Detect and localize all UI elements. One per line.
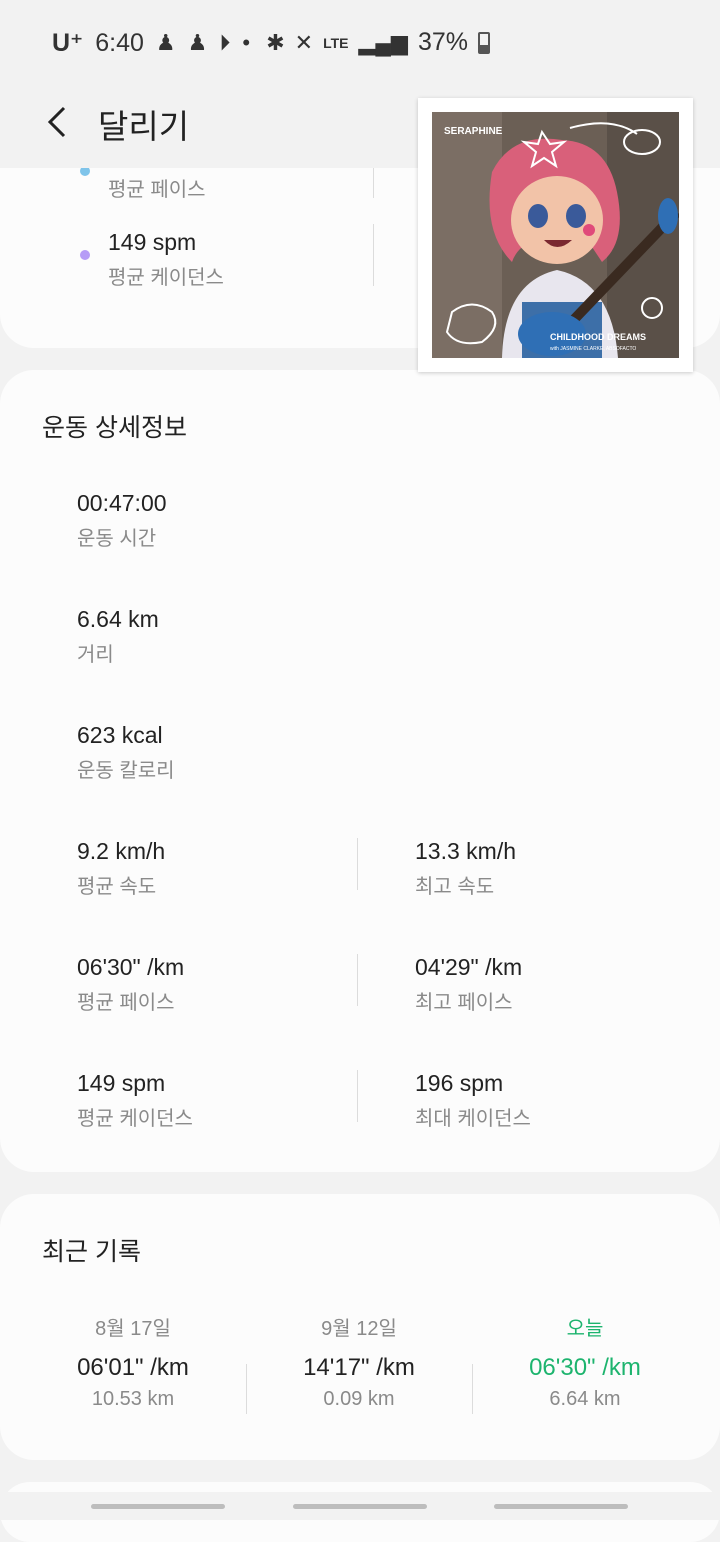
play-icon: ⏵ [219, 30, 231, 55]
detail-label: 최고 속도 [415, 876, 495, 898]
notification-icon: ♟ [187, 30, 208, 55]
recent-record[interactable]: 9월 12일 14'17" /km 0.09 km [246, 1312, 472, 1411]
recent-record-today[interactable]: 오늘 06'30" /km 6.64 km [472, 1312, 698, 1411]
summary-label: 평균 페이스 [108, 179, 206, 201]
clock: 6:40 [95, 28, 144, 57]
album-art: SERAPHINE CHILDHOOD DREAMS with JASMINE … [432, 112, 679, 358]
detail-value: 623 kcal [77, 722, 163, 748]
record-distance: 0.09 km [323, 1388, 395, 1410]
battery-icon [478, 31, 490, 54]
carrier-label: U⁺ [52, 29, 84, 57]
summary-label: 평균 케이던스 [108, 267, 224, 289]
detail-label: 최고 페이스 [415, 992, 513, 1014]
workout-details-card: 운동 상세정보 00:47:00 운동 시간 6.64 km 거리 623 kc… [0, 370, 720, 1172]
nav-back-button[interactable] [494, 1504, 628, 1509]
nav-recent-button[interactable] [91, 1504, 225, 1509]
bluetooth-icon: ✱ [266, 29, 285, 55]
summary-value: 149 spm [108, 229, 197, 255]
section-title: 운동 상세정보 [42, 414, 187, 442]
divider [357, 1070, 358, 1122]
detail-label: 거리 [77, 644, 114, 666]
recent-records-card: 최근 기록 8월 17일 06'01" /km 10.53 km 9월 12일 … [0, 1194, 720, 1460]
recent-record[interactable]: 8월 17일 06'01" /km 10.53 km [20, 1312, 246, 1411]
notification-icon: ♟ [155, 30, 176, 55]
detail-value: 04'29" /km [415, 954, 523, 980]
nav-home-button[interactable] [293, 1504, 427, 1509]
album-credits: with JASMINE CLARKE, ABSOFACTO [550, 346, 636, 352]
record-pace: 14'17" /km [303, 1354, 415, 1381]
divider [373, 164, 374, 198]
record-distance: 10.53 km [91, 1388, 175, 1410]
navigation-bar [0, 1492, 720, 1520]
detail-label: 평균 페이스 [77, 992, 175, 1014]
divider [357, 954, 358, 1006]
record-pace: 06'01" /km [77, 1354, 189, 1381]
page-title: 달리기 [98, 108, 190, 145]
legend-dot-cadence [80, 250, 90, 260]
album-artist: SERAPHINE [444, 126, 503, 137]
detail-value: 149 spm [77, 1070, 166, 1096]
dot-icon: • [242, 30, 251, 55]
divider [357, 838, 358, 890]
detail-label: 평균 속도 [77, 876, 157, 898]
detail-label: 운동 칼로리 [77, 760, 175, 782]
media-popup[interactable]: SERAPHINE CHILDHOOD DREAMS with JASMINE … [418, 98, 693, 372]
detail-value: 13.3 km/h [415, 838, 516, 864]
detail-label: 평균 케이던스 [77, 1108, 193, 1130]
back-arrow-icon[interactable] [40, 102, 80, 142]
record-pace: 06'30" /km [529, 1354, 641, 1381]
detail-value: 6.64 km [77, 606, 159, 632]
detail-label: 최대 케이던스 [415, 1108, 531, 1130]
status-bar: U⁺ 6:40 ♟ ♟ ⏵ • ✱ ✕ LTE ▂▄▆ 37% [0, 0, 720, 84]
detail-value: 06'30" /km [77, 954, 185, 980]
battery-percent: 37% [417, 28, 468, 56]
signal-icon: ▂▄▆ [358, 29, 408, 55]
mute-icon: ✕ [294, 29, 314, 55]
album-title: CHILDHOOD DREAMS [550, 332, 646, 342]
record-date: 8월 17일 [95, 1318, 171, 1340]
section-title: 최근 기록 [42, 1238, 141, 1266]
record-distance: 6.64 km [549, 1388, 621, 1410]
divider [373, 224, 374, 286]
detail-value: 00:47:00 [77, 490, 167, 516]
detail-value: 196 spm [415, 1070, 504, 1096]
record-date: 오늘 [566, 1318, 604, 1340]
record-date: 9월 12일 [321, 1318, 397, 1340]
detail-value: 9.2 km/h [77, 838, 166, 864]
detail-label: 운동 시간 [77, 528, 157, 550]
network-label: LTE [323, 34, 349, 51]
